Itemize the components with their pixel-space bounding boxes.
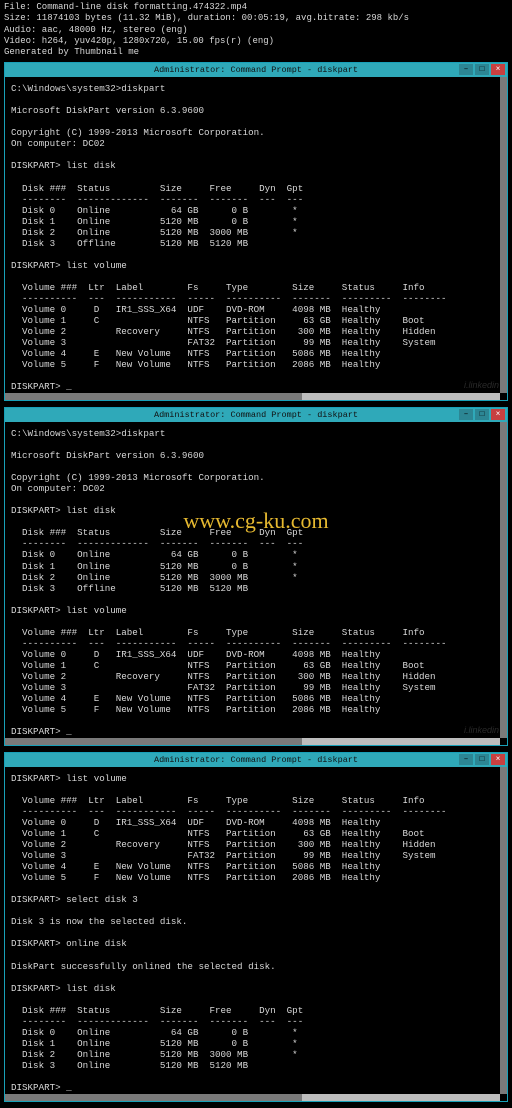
cmd-window-1: Administrator: Command Prompt - diskpart… — [4, 62, 508, 401]
maximize-button[interactable]: □ — [475, 64, 489, 75]
title-bar[interactable]: Administrator: Command Prompt - diskpart… — [5, 63, 507, 77]
maximize-button[interactable]: □ — [475, 409, 489, 420]
maximize-button[interactable]: □ — [475, 754, 489, 765]
window-controls: – □ × — [457, 753, 505, 767]
title-text: Administrator: Command Prompt - diskpart — [154, 410, 358, 420]
terminal-output[interactable]: C:\Windows\system32>diskpart Microsoft D… — [5, 422, 507, 745]
window-controls: – □ × — [457, 63, 505, 77]
cmd-window-3: Administrator: Command Prompt - diskpart… — [4, 752, 508, 1102]
title-bar[interactable]: Administrator: Command Prompt - diskpart… — [5, 408, 507, 422]
title-text: Administrator: Command Prompt - diskpart — [154, 755, 358, 765]
title-bar[interactable]: Administrator: Command Prompt - diskpart… — [5, 753, 507, 767]
minimize-button[interactable]: – — [459, 754, 473, 765]
minimize-button[interactable]: – — [459, 409, 473, 420]
terminal-output[interactable]: DISKPART> list volume Volume ### Ltr Lab… — [5, 767, 507, 1101]
minimize-button[interactable]: – — [459, 64, 473, 75]
close-button[interactable]: × — [491, 409, 505, 420]
terminal-output[interactable]: C:\Windows\system32>diskpart Microsoft D… — [5, 77, 507, 400]
close-button[interactable]: × — [491, 754, 505, 765]
title-text: Administrator: Command Prompt - diskpart — [154, 65, 358, 75]
close-button[interactable]: × — [491, 64, 505, 75]
file-meta: File: Command-line disk formatting.47432… — [0, 0, 512, 62]
cmd-window-2: Administrator: Command Prompt - diskpart… — [4, 407, 508, 746]
window-controls: – □ × — [457, 408, 505, 422]
